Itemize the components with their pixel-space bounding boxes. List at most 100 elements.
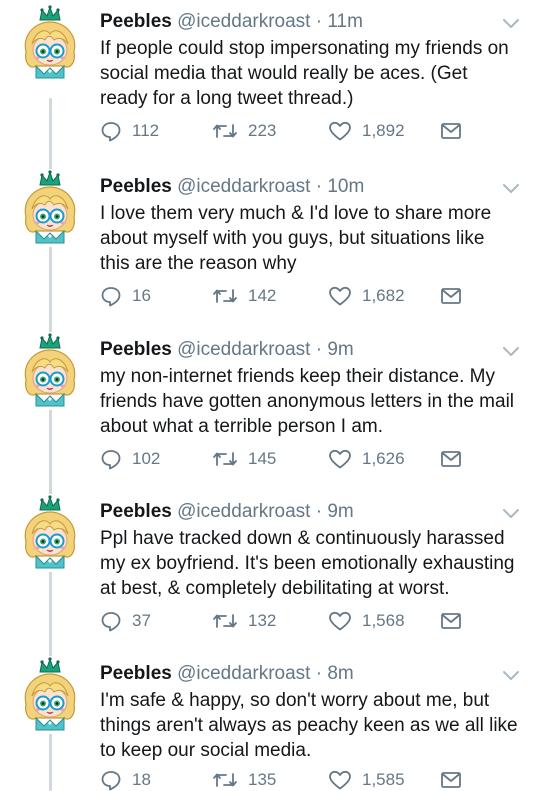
like-button[interactable]: 1,892	[328, 120, 405, 142]
avatar[interactable]	[18, 494, 82, 572]
retweet-count: 135	[248, 770, 277, 789]
heart-icon	[329, 449, 351, 469]
envelope-icon	[441, 772, 461, 788]
retweet-button[interactable]: 223	[212, 120, 276, 142]
tweet-timestamp[interactable]: 9m	[327, 501, 353, 522]
chevron-down-icon[interactable]	[502, 346, 520, 358]
tweet-text: If people could stop impersonating my fr…	[100, 38, 509, 109]
like-button[interactable]: 1,568	[328, 610, 405, 632]
avatar-crown-glasses-icon	[18, 494, 82, 572]
like-button[interactable]: 1,585	[328, 769, 405, 791]
avatar-crown-glasses-icon	[18, 656, 82, 734]
reply-bubble-icon	[101, 287, 121, 307]
retweet-count: 132	[248, 611, 277, 630]
header-separator: ·	[315, 663, 323, 684]
reply-button[interactable]: 112	[100, 120, 159, 142]
retweet-count: 223	[248, 121, 277, 140]
heart-icon	[329, 286, 351, 306]
avatar-crown-glasses-icon	[18, 4, 82, 82]
retweet-arrows-icon	[213, 452, 237, 466]
header-separator: ·	[315, 11, 323, 32]
user-handle[interactable]: @iceddarkroast	[177, 501, 310, 522]
tweet-body: Peebles @iceddarkroast · 9m Ppl have tra…	[100, 500, 520, 601]
retweet-button[interactable]: 132	[212, 610, 276, 632]
reply-button[interactable]: 18	[100, 769, 151, 791]
retweet-button[interactable]: 145	[212, 448, 276, 470]
heart-icon	[329, 770, 351, 790]
tweet-timestamp[interactable]: 10m	[327, 176, 364, 197]
tweet[interactable]: Peebles @iceddarkroast · 8m I'm safe & h…	[0, 652, 540, 791]
tweet[interactable]: Peebles @iceddarkroast · 9m Ppl have tra…	[0, 490, 540, 655]
direct-message-button[interactable]	[440, 448, 462, 470]
envelope-icon	[441, 123, 461, 139]
reply-bubble-icon	[101, 450, 121, 470]
display-name[interactable]: Peebles	[100, 176, 172, 197]
display-name[interactable]: Peebles	[100, 501, 172, 522]
tweet-body: Peebles @iceddarkroast · 10m I love them…	[100, 175, 520, 276]
tweet-header: Peebles @iceddarkroast · 9m	[100, 500, 520, 524]
tweet-actions: 102 145 1,626	[100, 448, 480, 470]
avatar[interactable]	[18, 656, 82, 734]
direct-message-button[interactable]	[440, 120, 462, 142]
envelope-icon	[441, 451, 461, 467]
envelope-icon	[441, 613, 461, 629]
reply-count: 102	[132, 449, 161, 468]
reply-bubble-icon	[101, 612, 121, 632]
retweet-arrows-icon	[213, 773, 237, 787]
tweet-text: Ppl have tracked down & continuously har…	[100, 528, 515, 599]
tweet-body: Peebles @iceddarkroast · 9m my non-inter…	[100, 338, 520, 439]
direct-message-button[interactable]	[440, 285, 462, 307]
tweet-timestamp[interactable]: 9m	[327, 339, 353, 360]
envelope-icon	[441, 288, 461, 304]
user-handle[interactable]: @iceddarkroast	[177, 339, 310, 360]
reply-button[interactable]: 37	[100, 610, 151, 632]
header-separator: ·	[315, 176, 323, 197]
tweet[interactable]: Peebles @iceddarkroast · 11m If people c…	[0, 0, 540, 165]
user-handle[interactable]: @iceddarkroast	[177, 663, 310, 684]
direct-message-button[interactable]	[440, 610, 462, 632]
like-count: 1,626	[362, 449, 405, 468]
like-button[interactable]: 1,682	[328, 285, 405, 307]
chevron-down-icon[interactable]	[502, 18, 520, 30]
heart-icon	[329, 611, 351, 631]
tweet-thread: Peebles @iceddarkroast · 11m If people c…	[0, 0, 540, 791]
reply-count: 18	[132, 770, 151, 789]
tweet-body: Peebles @iceddarkroast · 11m If people c…	[100, 10, 520, 111]
reply-bubble-icon	[101, 771, 121, 791]
tweet-timestamp[interactable]: 11m	[327, 11, 363, 32]
user-handle[interactable]: @iceddarkroast	[177, 176, 310, 197]
reply-button[interactable]: 16	[100, 285, 151, 307]
avatar[interactable]	[18, 4, 82, 82]
avatar[interactable]	[18, 169, 82, 247]
tweet-header: Peebles @iceddarkroast · 8m	[100, 662, 520, 686]
tweet-header: Peebles @iceddarkroast · 11m	[100, 10, 520, 34]
retweet-button[interactable]: 142	[212, 285, 276, 307]
retweet-arrows-icon	[213, 289, 237, 303]
reply-button[interactable]: 102	[100, 448, 160, 470]
like-button[interactable]: 1,626	[328, 448, 405, 470]
tweet-timestamp[interactable]: 8m	[327, 663, 353, 684]
retweet-count: 142	[248, 286, 277, 305]
direct-message-button[interactable]	[440, 769, 462, 791]
tweet[interactable]: Peebles @iceddarkroast · 9m my non-inter…	[0, 328, 540, 493]
like-count: 1,892	[362, 121, 405, 140]
reply-count: 112	[132, 121, 160, 140]
tweet-header: Peebles @iceddarkroast · 10m	[100, 175, 520, 199]
like-count: 1,585	[362, 770, 405, 789]
tweet-actions: 112 223 1,892	[100, 120, 480, 142]
avatar[interactable]	[18, 332, 82, 410]
tweet[interactable]: Peebles @iceddarkroast · 10m I love them…	[0, 165, 540, 330]
avatar-crown-glasses-icon	[18, 332, 82, 410]
display-name[interactable]: Peebles	[100, 339, 172, 360]
tweet-text: I love them very much & I'd love to shar…	[100, 203, 492, 274]
tweet-actions: 37 132 1,568	[100, 610, 480, 632]
user-handle[interactable]: @iceddarkroast	[177, 11, 310, 32]
chevron-down-icon[interactable]	[502, 670, 520, 682]
display-name[interactable]: Peebles	[100, 663, 172, 684]
retweet-arrows-icon	[213, 614, 237, 628]
like-count: 1,682	[362, 286, 405, 305]
retweet-button[interactable]: 135	[212, 769, 276, 791]
display-name[interactable]: Peebles	[100, 11, 172, 32]
chevron-down-icon[interactable]	[502, 183, 520, 195]
chevron-down-icon[interactable]	[502, 508, 520, 520]
